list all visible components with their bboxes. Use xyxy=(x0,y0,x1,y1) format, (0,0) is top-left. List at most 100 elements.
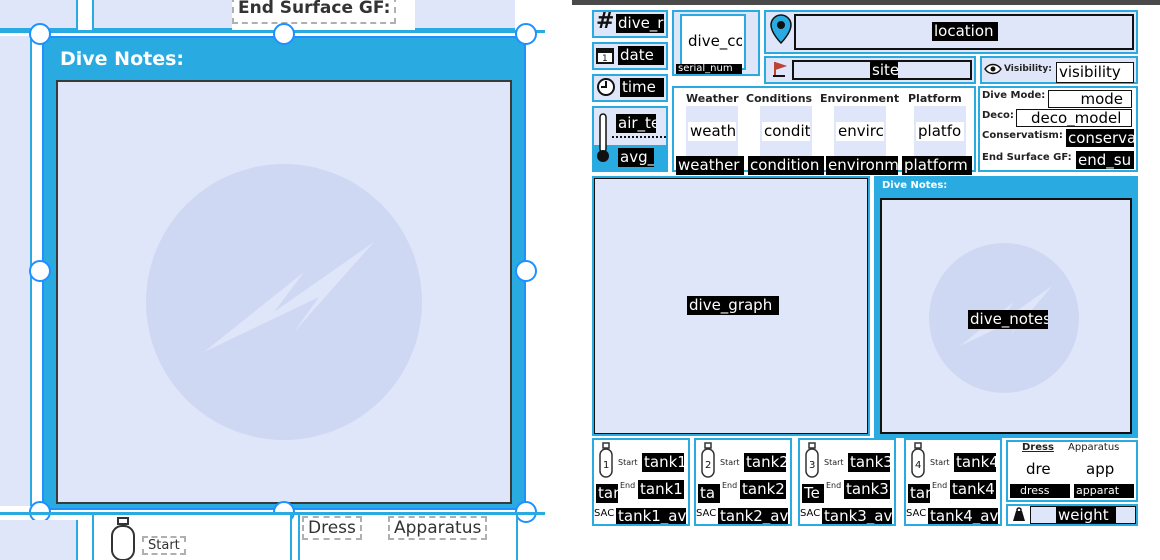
tank-icon xyxy=(111,517,135,560)
thermometer-icon xyxy=(597,113,609,162)
tank-gas-field[interactable]: ta xyxy=(698,484,720,503)
page-preview: # dive_r 1 date time air_te avg_t dive_c… xyxy=(572,0,1160,560)
conservatism-label: Conservatism: xyxy=(982,130,1063,141)
dive-notes-field[interactable]: dive_notes xyxy=(968,310,1048,329)
zoom-dress-label: Dress xyxy=(302,516,362,540)
weather-field[interactable]: weath xyxy=(688,122,736,141)
conditions-field[interactable]: condit xyxy=(762,122,810,141)
tank-icon: 2 xyxy=(701,442,715,478)
tank-end-field[interactable]: tank3 xyxy=(844,480,890,499)
platform-header: Platform xyxy=(908,92,962,105)
tank-start-field[interactable]: tank3 xyxy=(848,453,890,472)
tank-gas-field[interactable]: tar xyxy=(596,484,618,503)
eye-icon xyxy=(984,63,1002,75)
platform-extra-field[interactable]: platform xyxy=(902,156,972,175)
tank-number: 4 xyxy=(915,460,921,471)
environment-extra-field[interactable]: environm xyxy=(826,156,898,175)
calendar-icon: 1 xyxy=(596,48,614,64)
tank-end-field[interactable]: tank1 xyxy=(638,480,684,499)
tank-end-field[interactable]: tank4 xyxy=(950,480,996,499)
tank-gas-field[interactable]: tar xyxy=(908,484,930,503)
location-pin-icon xyxy=(770,14,792,44)
logo-watermark-icon xyxy=(146,164,422,440)
end-surface-gf-field[interactable]: end_su xyxy=(1076,151,1134,169)
site-field[interactable]: site xyxy=(870,61,898,80)
tank-start-field[interactable]: tank2 xyxy=(744,453,786,472)
deco-model-field[interactable]: deco_model xyxy=(1016,109,1132,127)
zoom-left-cell xyxy=(0,36,32,506)
tank-start-field[interactable]: tank4 xyxy=(954,453,996,472)
tank-end-label: End xyxy=(722,481,738,490)
weight-field[interactable]: weight xyxy=(1056,507,1116,523)
tank-sac-label: SAC xyxy=(800,508,821,519)
tank-sac-label: SAC xyxy=(906,508,927,519)
tank-icon: 1 xyxy=(599,442,613,478)
tank-sac-field[interactable]: tank2_av xyxy=(718,508,788,524)
tank-gas-field[interactable]: Te xyxy=(802,484,824,503)
conditions-extra-field[interactable]: condition xyxy=(748,156,824,175)
location-field[interactable]: location xyxy=(932,22,998,41)
time-field[interactable]: time xyxy=(620,78,664,97)
serial-number-field[interactable]: serial_num xyxy=(676,64,742,74)
weight-icon xyxy=(1013,507,1025,521)
dive-notes-zoom-title: Dive Notes: xyxy=(60,48,185,70)
dive-computer-field[interactable]: dive_co xyxy=(686,32,742,51)
visibility-label: Visibility: xyxy=(1004,64,1052,74)
dress-field[interactable]: dre xyxy=(1024,460,1054,479)
tank-start-label: Start xyxy=(824,458,844,467)
tank-start-label: Start xyxy=(720,458,740,467)
tank-end-field[interactable]: tank2 xyxy=(740,480,786,499)
dive-notes-title: Dive Notes: xyxy=(882,180,948,191)
avg-temp-field[interactable]: avg_t xyxy=(618,148,654,167)
svg-text:1: 1 xyxy=(602,54,608,64)
resize-handle-ne[interactable] xyxy=(515,23,537,45)
resize-handle-n[interactable] xyxy=(273,23,295,45)
tank-sac-field[interactable]: tank1_av xyxy=(616,508,686,524)
zoom-end-surface-gf-label: End Surface GF: xyxy=(232,0,397,24)
dress-extra-field[interactable]: dress xyxy=(1010,484,1070,498)
tank-icon: 3 xyxy=(805,442,819,478)
tank-sac-field[interactable]: tank4_av xyxy=(928,508,998,524)
resize-handle-e[interactable] xyxy=(515,260,537,282)
dive-graph-field[interactable]: dive_graph xyxy=(687,296,779,315)
environment-field[interactable]: envirc xyxy=(836,122,884,141)
tank-end-label: End xyxy=(620,481,636,490)
tank-number: 1 xyxy=(603,460,609,471)
dive-mode-field[interactable]: mode xyxy=(1048,90,1132,108)
resize-handle-nw[interactable] xyxy=(29,23,51,45)
dive-number-field[interactable]: dive_r xyxy=(616,14,664,33)
end-surface-gf-label: End Surface GF: xyxy=(982,152,1072,163)
environment-header: Environment xyxy=(820,92,900,105)
air-temp-field[interactable]: air_te xyxy=(616,114,656,133)
site-flag-icon xyxy=(773,62,788,77)
tank-start-label: Start xyxy=(930,458,950,467)
zoom-panel: End Surface GF: Dive Notes: Start Dress … xyxy=(0,0,545,560)
zoom-top-cell xyxy=(415,0,515,30)
deco-label: Deco: xyxy=(982,110,1014,121)
weather-extra-field[interactable]: weather xyxy=(676,156,744,175)
tank-start-field[interactable]: tank1 xyxy=(642,453,684,472)
hash-icon: # xyxy=(596,9,615,34)
tank-sac-field[interactable]: tank3_av xyxy=(822,508,892,524)
resize-handle-w[interactable] xyxy=(29,260,51,282)
apparatus-field[interactable]: app xyxy=(1084,460,1114,479)
dive-mode-label: Dive Mode: xyxy=(982,90,1046,101)
tank-number: 3 xyxy=(809,460,815,471)
apparatus-label: Apparatus xyxy=(1068,442,1120,453)
tank-start-label: Start xyxy=(618,458,638,467)
visibility-field[interactable]: visibility xyxy=(1056,62,1134,83)
dress-label: Dress xyxy=(1022,442,1054,453)
zoom-top-cell xyxy=(92,0,232,30)
zoom-bottom-cell xyxy=(0,520,78,560)
dive-notes-zoom-area[interactable] xyxy=(56,80,512,504)
dive-notes-zoom-block[interactable]: Dive Notes: xyxy=(42,36,526,510)
water-wave xyxy=(612,134,666,138)
weather-header: Weather xyxy=(686,92,739,105)
tank-sac-label: SAC xyxy=(696,508,717,519)
tank-end-label: End xyxy=(932,481,948,490)
apparatus-extra-field[interactable]: apparat xyxy=(1074,484,1134,498)
tank-number: 2 xyxy=(705,460,711,471)
platform-field[interactable]: platfo xyxy=(916,122,964,141)
conservatism-field[interactable]: conserva xyxy=(1066,129,1134,147)
date-field[interactable]: date xyxy=(618,46,664,65)
